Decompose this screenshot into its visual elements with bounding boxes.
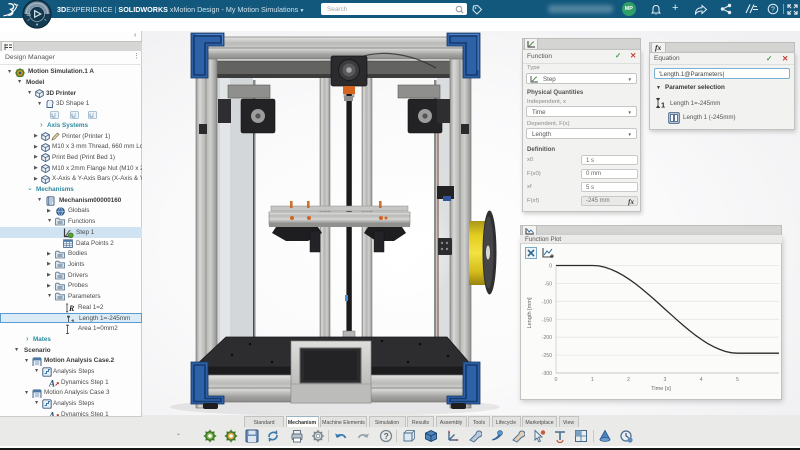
svg-text:3: 3 [663,377,666,383]
svg-text:4: 4 [700,377,703,383]
svg-text:-150: -150 [542,317,552,323]
svg-text:?: ? [384,431,389,441]
svg-text:-300: -300 [542,371,552,377]
svg-text:0: 0 [549,264,552,270]
svg-text:?: ? [771,7,775,14]
svg-text:-250: -250 [542,353,552,359]
svg-text:Time [s]: Time [s] [651,386,671,392]
svg-text:5: 5 [736,377,739,383]
svg-text:0: 0 [555,377,558,383]
svg-text:1: 1 [591,377,594,383]
svg-text:A: A [49,411,55,417]
svg-text:3D: 3D [26,12,31,17]
svg-text:R: R [68,304,75,313]
svg-text:A: A [49,378,55,387]
svg-text:2: 2 [627,377,630,383]
svg-text:Length [mm]: Length [mm] [527,297,533,329]
svg-text:-200: -200 [542,335,552,341]
svg-text:-100: -100 [542,299,552,305]
svg-text:-50: -50 [545,281,553,287]
svg-text:1: 1 [661,101,665,110]
